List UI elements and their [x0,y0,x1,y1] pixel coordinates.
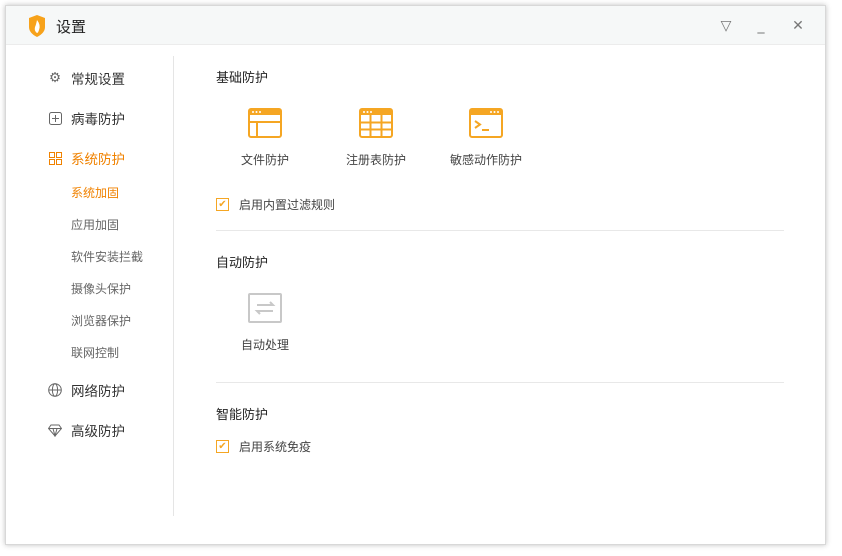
checkmark-icon: ✔ [216,198,229,211]
subitem-system-hardening[interactable]: 系统加固 [71,184,119,201]
plus-box-icon [48,111,62,125]
sidebar-item-label: 系统防护 [71,152,125,168]
tile-file-protection[interactable]: 文件防护 [220,108,310,168]
sidebar-item-virus[interactable]: 病毒防护 [48,108,125,128]
section-title-auto: 自动防护 [216,256,269,271]
section-title-basic: 基础防护 [216,71,269,86]
sidebar-item-general[interactable]: ⚙ 常规设置 [48,68,125,88]
builtin-filter-checkbox[interactable]: ✔ 启用内置过滤规则 [216,196,335,213]
sidebar-item-advanced[interactable]: 高级防护 [48,420,125,440]
subitem-camera[interactable]: 摄像头保护 [71,280,131,297]
sidebar-item-label: 病毒防护 [71,112,125,128]
sidebar-item-system[interactable]: 系统防护 [48,148,125,168]
app-logo-icon [29,15,45,37]
settings-window: 设置 ▽ _ ✕ ⚙ 常规设置 病毒防护 系统防护 系统加固 应用加固 软件安装拦… [5,5,826,545]
tile-label: 自动处理 [240,338,289,352]
subitem-install-block[interactable]: 软件安装拦截 [71,248,143,265]
window-title: 设置 [56,18,87,36]
divider [216,382,784,383]
sidebar-item-label: 常规设置 [71,72,125,88]
swap-icon [248,293,282,323]
window-file-icon [248,108,282,138]
sidebar-item-network[interactable]: 网络防护 [48,380,125,400]
checkbox-label: 启用系统免疫 [239,440,312,454]
gear-icon: ⚙ [48,70,62,86]
grid-icon [48,151,62,165]
diamond-icon [48,423,62,437]
subitem-browser[interactable]: 浏览器保护 [71,312,131,329]
tile-label: 敏感动作防护 [449,153,522,167]
close-button[interactable]: ✕ [788,16,808,36]
table-icon [359,108,393,138]
subitem-network-control[interactable]: 联网控制 [71,344,119,361]
tile-label: 文件防护 [240,153,289,167]
terminal-icon [469,108,503,138]
checkbox-label: 启用内置过滤规则 [239,198,336,212]
tile-label: 注册表防护 [345,153,406,167]
title-bar: 设置 ▽ _ ✕ [6,6,825,45]
tile-auto-process[interactable]: 自动处理 [220,293,310,353]
section-title-smart: 智能防护 [216,408,269,423]
subitem-app-hardening[interactable]: 应用加固 [71,216,119,233]
tile-sensitive-action[interactable]: 敏感动作防护 [441,108,531,168]
menu-button[interactable]: ▽ [716,16,736,36]
divider [216,230,784,231]
tile-registry-protection[interactable]: 注册表防护 [331,108,421,168]
globe-icon [48,383,62,397]
system-immunity-checkbox[interactable]: ✔ 启用系统免疫 [216,438,311,455]
minimize-button[interactable]: _ [751,16,771,36]
sidebar-item-label: 网络防护 [71,384,125,400]
sidebar-item-label: 高级防护 [71,424,125,440]
checkmark-icon: ✔ [216,440,229,453]
